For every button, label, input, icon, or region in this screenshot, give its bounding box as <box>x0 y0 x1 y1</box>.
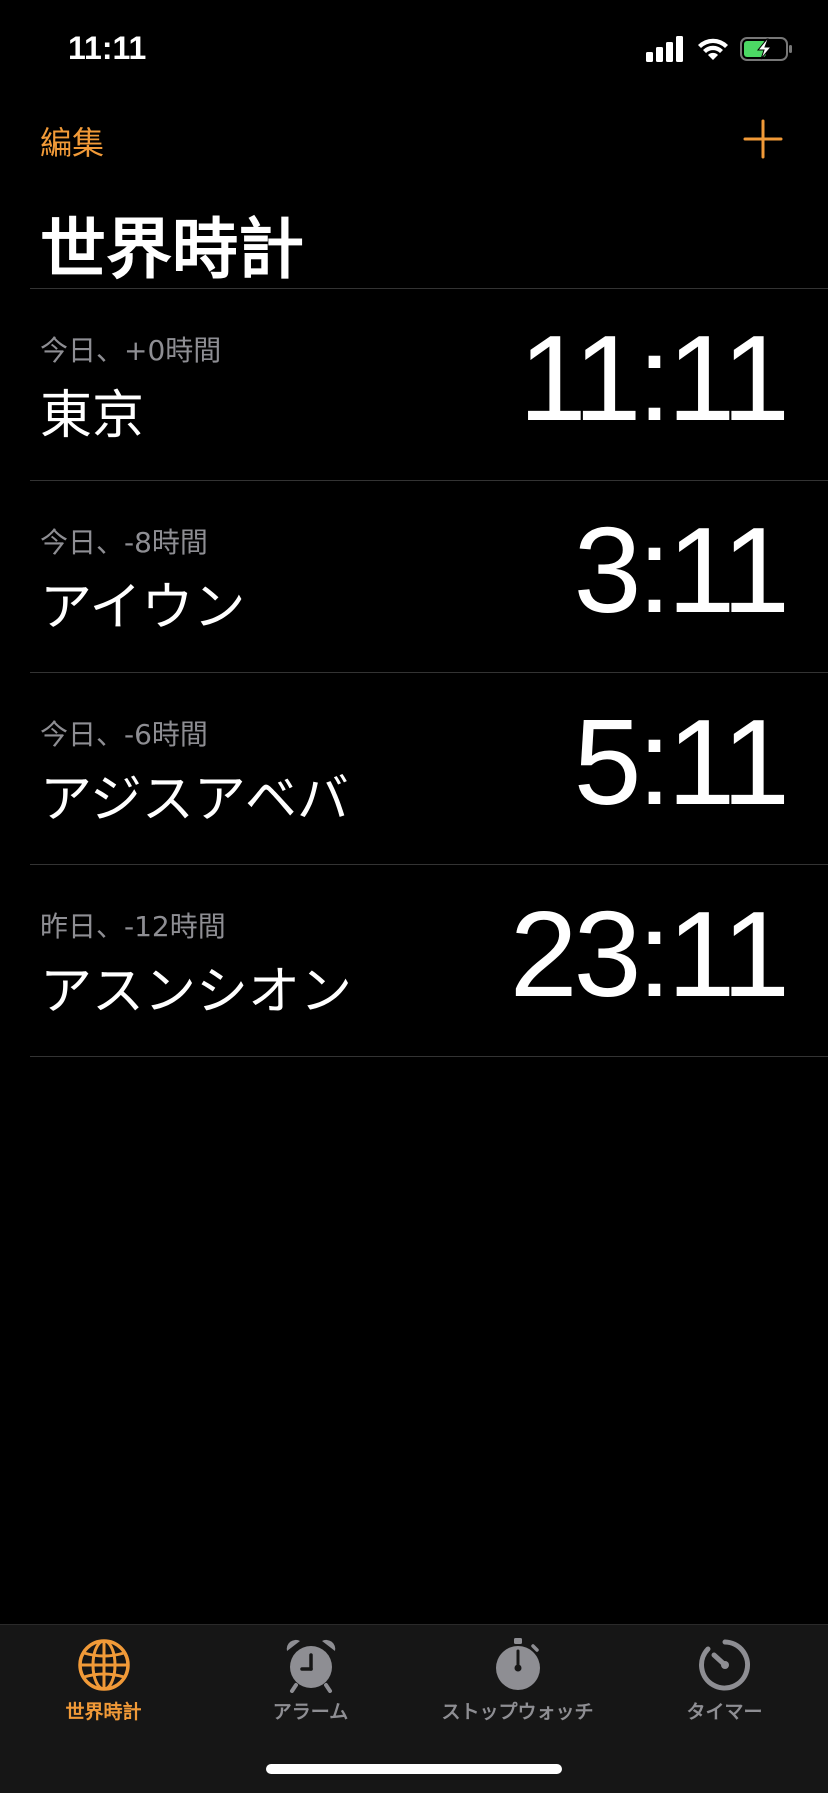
clock-row[interactable]: 今日、-6時間 アジスアベバ 5:11 <box>30 673 828 865</box>
tab-alarm[interactable]: アラーム <box>207 1637 414 1724</box>
clock-row[interactable]: 今日、-8時間 アイウン 3:11 <box>30 481 828 673</box>
tab-label: ストップウォッチ <box>441 1701 594 1723</box>
page-title: 世界時計 <box>40 211 304 288</box>
clock-row[interactable]: 今日、+0時間 東京 11:11 <box>30 289 828 481</box>
clock-city: アジスアベバ <box>40 770 349 830</box>
status-icons <box>646 34 794 64</box>
clock-offset: 今日、-8時間 <box>40 526 208 559</box>
tab-stopwatch[interactable]: ストップウォッチ <box>414 1637 621 1724</box>
globe-icon <box>77 1639 130 1691</box>
tab-timer[interactable]: タイマー <box>621 1637 828 1724</box>
clock-city: アスンシオン <box>40 962 353 1022</box>
home-indicator[interactable] <box>266 1764 562 1774</box>
clock-city: 東京 <box>40 386 145 446</box>
clock-time: 23:11 <box>509 886 790 1022</box>
clock-offset: 昨日、-12時間 <box>40 910 226 943</box>
clock-time: 5:11 <box>573 694 790 830</box>
clock-offset: 今日、+0時間 <box>40 334 222 367</box>
tab-world-clock[interactable]: 世界時計 <box>0 1637 207 1724</box>
battery-charging-icon <box>740 37 792 61</box>
alarm-clock-icon <box>286 1639 335 1693</box>
clock-list: 今日、+0時間 東京 11:11 今日、-8時間 アイウン 3:11 今日、-6… <box>0 289 828 1057</box>
tab-label: 世界時計 <box>65 1701 142 1723</box>
cellular-signal-icon <box>646 36 683 62</box>
stopwatch-icon <box>495 1638 540 1690</box>
clock-offset: 今日、-6時間 <box>40 718 208 751</box>
clock-city: アイウン <box>40 578 246 638</box>
tab-label: タイマー <box>686 1701 763 1723</box>
status-bar: 11:11 <box>0 0 828 100</box>
clock-time: 11:11 <box>518 310 790 446</box>
clock-row[interactable]: 昨日、-12時間 アスンシオン 23:11 <box>30 865 828 1057</box>
status-time: 11:11 <box>68 30 147 66</box>
tab-label: アラーム <box>272 1701 349 1723</box>
edit-button[interactable]: 編集 <box>40 118 104 164</box>
clock-time: 3:11 <box>573 502 790 638</box>
timer-icon <box>698 1639 750 1691</box>
wifi-icon <box>698 38 728 60</box>
plus-icon[interactable] <box>738 114 788 164</box>
